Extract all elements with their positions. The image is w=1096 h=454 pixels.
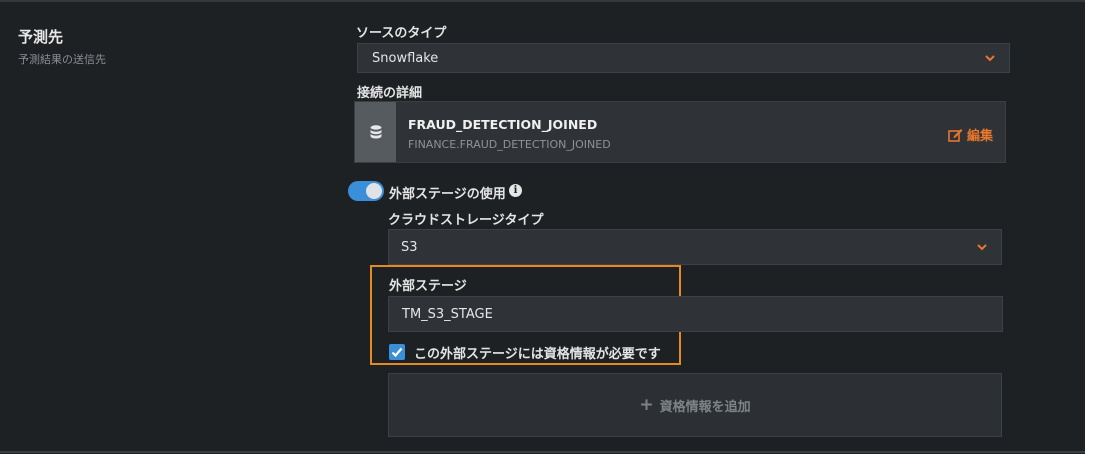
credentials-required-checkbox[interactable] xyxy=(389,344,405,360)
connection-name: FRAUD_DETECTION_JOINED xyxy=(408,117,598,132)
toggle-knob xyxy=(366,183,382,199)
info-icon[interactable]: i xyxy=(509,184,522,197)
connection-card: FRAUD_DETECTION_JOINED FINANCE.FRAUD_DET… xyxy=(354,101,1006,163)
bottom-divider xyxy=(0,451,1085,453)
external-stage-label: 外部ステージ xyxy=(389,279,467,294)
add-credentials-label: 資格情報を追加 xyxy=(659,399,751,415)
cloud-storage-type-value: S3 xyxy=(401,239,418,255)
checkmark-icon xyxy=(391,347,403,358)
external-stage-toggle-label: 外部ステージの使用 xyxy=(389,187,506,202)
credentials-required-label: この外部ステージには資格情報が必要です xyxy=(414,347,661,362)
source-type-label: ソースのタイプ xyxy=(356,26,447,41)
edit-icon xyxy=(948,128,963,142)
section-subtitle: 予測結果の送信先 xyxy=(18,53,106,66)
section-title: 予測先 xyxy=(18,28,64,46)
connection-details-label: 接続の詳細 xyxy=(357,86,423,101)
plus-icon: + xyxy=(639,394,654,415)
edit-connection-button[interactable]: 編集 xyxy=(948,125,993,144)
external-stage-input[interactable]: TM_S3_STAGE xyxy=(388,296,1003,332)
source-type-select[interactable]: Snowflake xyxy=(357,43,1010,73)
top-divider xyxy=(0,0,1085,2)
chevron-down-icon xyxy=(985,55,995,62)
source-type-value: Snowflake xyxy=(372,50,439,66)
connection-path: FINANCE.FRAUD_DETECTION_JOINED xyxy=(408,138,611,151)
page-edge xyxy=(1085,0,1096,454)
edit-label: 編集 xyxy=(966,129,993,144)
cloud-storage-type-label: クラウドストレージタイプ xyxy=(388,213,544,228)
chevron-down-icon xyxy=(977,244,987,251)
database-icon xyxy=(355,102,396,162)
external-stage-toggle[interactable] xyxy=(348,181,384,201)
external-stage-value: TM_S3_STAGE xyxy=(402,306,493,322)
add-credentials-button[interactable]: + 資格情報を追加 xyxy=(388,373,1002,437)
cloud-storage-type-select[interactable]: S3 xyxy=(388,229,1002,265)
